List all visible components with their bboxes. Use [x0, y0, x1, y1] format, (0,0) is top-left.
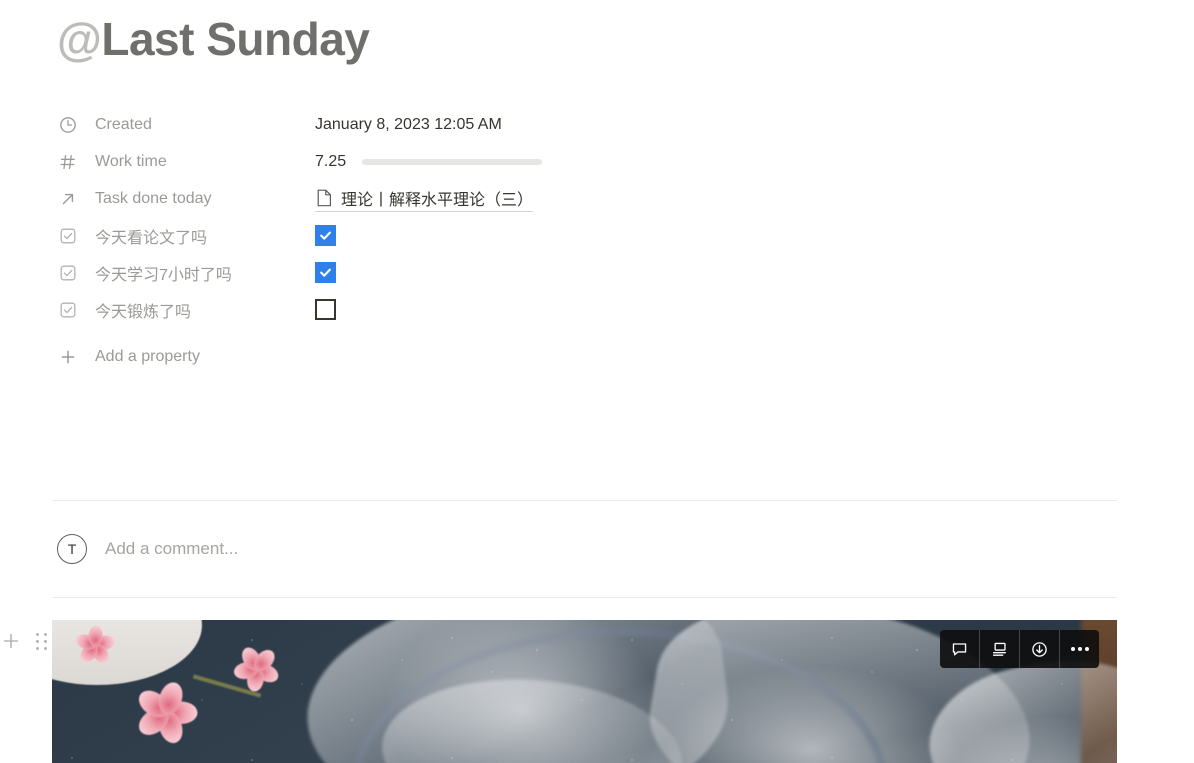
property-label-task-done-today[interactable]: Task done today — [57, 188, 315, 210]
checkbox-checked[interactable] — [315, 262, 336, 283]
property-row-created[interactable]: Created January 8, 2023 12:05 AM — [57, 106, 1117, 143]
property-value-task-done-today[interactable]: 理论丨解释水平理论（三） — [315, 186, 534, 212]
property-value-checkbox-2[interactable] — [315, 262, 336, 283]
add-property-button[interactable]: Add a property — [57, 338, 1117, 376]
property-row-checkbox-1[interactable]: 今天看论文了吗 — [57, 217, 1117, 254]
property-label-checkbox-1[interactable]: 今天看论文了吗 — [57, 224, 315, 248]
property-label-checkbox-2[interactable]: 今天学习7小时了吗 — [57, 261, 315, 285]
property-label-text: Created — [95, 115, 152, 133]
work-time-number: 7.25 — [315, 152, 347, 170]
checkbox-property-icon — [57, 262, 79, 284]
property-label-text: Task done today — [95, 189, 212, 207]
property-value-work-time[interactable]: 7.25 — [315, 152, 543, 171]
divider-below-comments — [52, 597, 1117, 598]
image-block[interactable] — [52, 620, 1117, 763]
property-row-task-done-today[interactable]: Task done today 理论丨解释水平理论（三） — [57, 180, 1117, 217]
property-label-created[interactable]: Created — [57, 114, 315, 136]
work-time-progress-bar — [362, 158, 543, 165]
page-title-text: Last Sunday — [101, 13, 370, 65]
more-options-icon[interactable] — [1060, 630, 1099, 668]
property-label-work-time[interactable]: Work time — [57, 151, 315, 173]
more-options-dots — [1070, 647, 1089, 651]
property-row-work-time[interactable]: Work time 7.25 — [57, 143, 1117, 180]
avatar-initial: T — [67, 541, 77, 557]
add-block-plus-icon[interactable] — [0, 630, 22, 652]
hash-icon — [57, 151, 79, 173]
related-page-title: 理论丨解释水平理论（三） — [341, 191, 534, 209]
drag-handle-icon[interactable] — [30, 630, 52, 652]
clock-icon — [57, 114, 79, 136]
property-label-text: 今天看论文了吗 — [95, 229, 208, 247]
related-page-link[interactable]: 理论丨解释水平理论（三） — [315, 186, 534, 212]
download-icon[interactable] — [1020, 630, 1060, 668]
add-comment-row[interactable]: T Add a comment... — [57, 534, 238, 564]
caption-icon[interactable] — [980, 630, 1020, 668]
divider-above-comments — [52, 500, 1117, 501]
document-icon — [315, 188, 333, 208]
image-toolbar — [940, 630, 1099, 668]
checkbox-property-icon — [57, 299, 79, 321]
property-label-text: 今天锻炼了吗 — [95, 303, 192, 321]
add-property-label: Add a property — [95, 348, 200, 365]
property-row-checkbox-2[interactable]: 今天学习7小时了吗 — [57, 254, 1117, 291]
property-label-checkbox-3[interactable]: 今天锻炼了吗 — [57, 298, 315, 322]
avatar: T — [57, 534, 87, 564]
drag-handle-dots — [35, 632, 47, 650]
property-label-text: 今天学习7小时了吗 — [95, 266, 232, 284]
arrow-up-right-icon — [57, 188, 79, 210]
property-value-checkbox-3[interactable] — [315, 299, 336, 320]
property-value-checkbox-1[interactable] — [315, 225, 336, 246]
property-value-created[interactable]: January 8, 2023 12:05 AM — [315, 116, 502, 134]
property-list: Created January 8, 2023 12:05 AM Work ti… — [57, 106, 1117, 376]
comment-input-placeholder[interactable]: Add a comment... — [105, 539, 238, 559]
comment-icon[interactable] — [940, 630, 980, 668]
cherry-blossom-icon — [106, 652, 226, 763]
created-date-text: January 8, 2023 12:05 AM — [315, 115, 502, 133]
checkbox-unchecked[interactable] — [315, 299, 336, 320]
page-title[interactable]: @Last Sunday — [57, 13, 370, 65]
plus-icon — [57, 348, 79, 366]
property-row-checkbox-3[interactable]: 今天锻炼了吗 — [57, 291, 1117, 328]
checkbox-property-icon — [57, 225, 79, 247]
property-label-text: Work time — [95, 152, 167, 170]
page-title-at-prefix: @ — [57, 13, 102, 65]
block-gutter-controls — [0, 630, 52, 652]
checkbox-checked[interactable] — [315, 225, 336, 246]
